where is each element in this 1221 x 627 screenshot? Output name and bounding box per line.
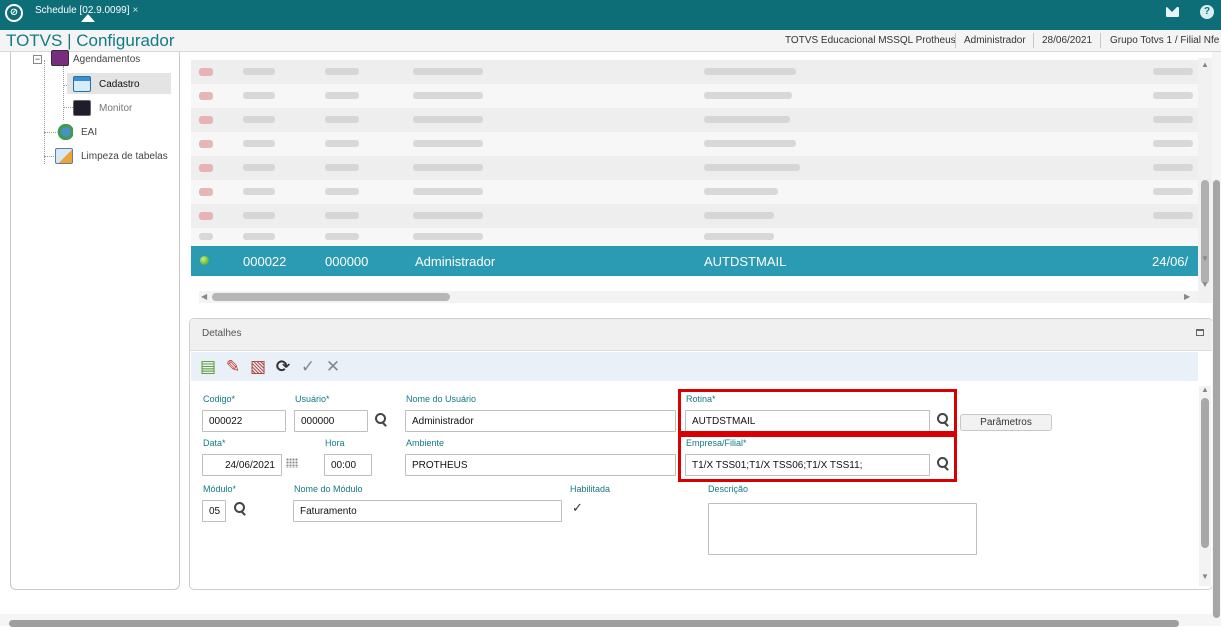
details-toolbar: ▤ ✎ ▧ ⟳ ✓ ✕ (191, 352, 1198, 381)
scroll-bottom-icon[interactable]: ▼ (1201, 280, 1209, 289)
usuario-label: Usuário* (295, 394, 330, 404)
details-vertical-scroll-thumb[interactable] (1201, 398, 1209, 548)
table-row[interactable] (191, 156, 1198, 180)
table-row[interactable] (191, 180, 1198, 204)
cell-rotina: AUTDSTMAIL (704, 254, 787, 269)
usuario-field[interactable]: 000000 (294, 410, 368, 432)
mail-icon[interactable] (1166, 7, 1179, 17)
top-tab-bar: ⊘ Schedule [02.9.0099] × ? (0, 0, 1221, 30)
table-clean-icon (55, 148, 73, 164)
grid-vertical-scroll-thumb[interactable] (1201, 180, 1209, 284)
details-title: Detalhes (202, 328, 242, 339)
tree-collapse-icon[interactable]: − (33, 55, 42, 64)
new-record-icon[interactable]: ▤ (198, 357, 218, 377)
help-icon[interactable]: ? (1200, 5, 1214, 19)
scroll-up-icon[interactable]: ▲ (1201, 60, 1209, 69)
nome-modulo-field[interactable]: Faturamento (293, 500, 562, 522)
scroll-down-icon[interactable]: ▼ (1201, 254, 1209, 263)
page-vertical-scrollbar[interactable] (1212, 52, 1221, 626)
grid-horizontal-scrollbar[interactable]: ◀ ▶ (199, 291, 1198, 303)
grid-horizontal-scroll-thumb[interactable] (212, 293, 450, 301)
cell-nome: Administrador (415, 254, 496, 269)
grid-vertical-scrollbar[interactable]: ▲ ▼ ▼ (1198, 58, 1212, 303)
cancel-icon[interactable]: ✕ (323, 357, 343, 377)
schedule-icon (51, 50, 69, 66)
page-horizontal-scrollbar[interactable] (0, 614, 1212, 627)
habilitada-label: Habilitada (570, 484, 611, 494)
codigo-field[interactable]: 000022 (202, 410, 286, 432)
cell-usuario: 000000 (325, 254, 369, 269)
descricao-label: Descrição (708, 484, 749, 494)
details-header: Detalhes (190, 319, 1212, 351)
tree-item-monitor[interactable]: Monitor (99, 103, 132, 114)
scroll-up-icon[interactable]: ▲ (1201, 385, 1209, 394)
habilitada-checkbox[interactable]: ✓ (572, 500, 583, 516)
table-row[interactable] (191, 132, 1198, 156)
menu-tree-panel: − Agendamentos Cadastro Monitor EAI Limp… (10, 50, 180, 590)
page-vertical-scroll-thumb[interactable] (1213, 180, 1220, 618)
tree-item-eai[interactable]: EAI (81, 127, 97, 138)
totvs-logo-icon[interactable]: ⊘ (5, 4, 23, 22)
tree-item-limpeza-de-tabelas[interactable]: Limpeza de tabelas (81, 151, 168, 162)
app-header: TOTVS | Configurador TOTVS Educacional M… (0, 30, 1221, 52)
tree-item-cadastro[interactable]: Cadastro (99, 79, 140, 90)
table-row[interactable] (191, 204, 1198, 228)
user-info: Administrador (964, 35, 1026, 46)
nome-usuario-field[interactable]: Administrador (405, 410, 676, 432)
tree-connector (63, 66, 64, 120)
details-vertical-scrollbar[interactable]: ▲ ▼ (1199, 385, 1211, 586)
parametros-button[interactable]: Parâmetros (960, 414, 1052, 431)
nome-modulo-label: Nome do Módulo (294, 484, 363, 494)
edit-record-icon[interactable]: ✎ (223, 357, 243, 377)
delete-record-icon[interactable]: ▧ (248, 357, 268, 377)
scroll-down-icon[interactable]: ▼ (1201, 572, 1209, 581)
codigo-label: Codigo* (203, 394, 236, 404)
nome-usuario-label: Nome do Usuário (406, 394, 477, 404)
tree-item-agendamentos[interactable]: Agendamentos (73, 54, 140, 65)
modulo-field[interactable]: 05 (202, 500, 226, 522)
date-info: 28/06/2021 (1042, 35, 1093, 46)
puzzle-icon (55, 124, 73, 140)
environment-info: TOTVS Educacional MSSQL Protheus (785, 35, 956, 46)
ambiente-field[interactable]: PROTHEUS (405, 454, 676, 476)
confirm-icon[interactable]: ✓ (298, 357, 318, 377)
cell-codigo: 000022 (243, 254, 287, 269)
monitor-icon (73, 100, 91, 116)
active-tab-indicator-icon (81, 14, 95, 22)
data-field[interactable]: 24/06/2021 (202, 454, 282, 476)
hora-field[interactable]: 00:00 (324, 454, 372, 476)
register-icon (73, 76, 91, 92)
table-row[interactable] (191, 84, 1198, 108)
refresh-icon[interactable]: ⟳ (273, 357, 293, 377)
rotina-highlight-box (678, 389, 957, 434)
table-row-selected[interactable]: 000022 000000 Administrador AUTDSTMAIL 2… (191, 246, 1198, 276)
data-label: Data* (203, 438, 226, 448)
details-panel: Detalhes ▤ ✎ ▧ ⟳ ✓ ✕ Codigo* 000022 Usuá… (189, 318, 1213, 590)
maximize-icon[interactable] (1196, 329, 1204, 336)
cell-data: 24/06/ (1152, 254, 1189, 269)
tab-close-icon[interactable]: × (133, 5, 139, 16)
hora-label: Hora (325, 438, 345, 448)
table-row[interactable] (191, 60, 1198, 84)
modulo-search-icon[interactable] (232, 501, 248, 517)
scroll-right-icon[interactable]: ▶ (1184, 292, 1190, 301)
descricao-field[interactable] (708, 503, 977, 555)
table-row[interactable] (191, 228, 1198, 246)
tree-connector (44, 60, 45, 164)
modulo-label: Módulo* (203, 484, 237, 494)
schedule-grid: 000022 000000 Administrador AUTDSTMAIL 2… (191, 58, 1198, 306)
app-title: TOTVS | Configurador (6, 31, 175, 50)
ambiente-label: Ambiente (406, 438, 445, 448)
branch-info: Grupo Totvs 1 / Filial Nfe (1110, 35, 1220, 46)
empresa-filial-highlight-box (678, 434, 957, 482)
usuario-search-icon[interactable] (373, 412, 389, 428)
header-divider (955, 33, 956, 48)
calendar-icon[interactable] (286, 458, 298, 468)
scroll-left-icon[interactable]: ◀ (201, 292, 207, 301)
table-row[interactable] (191, 108, 1198, 132)
header-divider (1033, 33, 1034, 48)
header-divider (1100, 33, 1101, 48)
status-active-icon (200, 256, 209, 265)
